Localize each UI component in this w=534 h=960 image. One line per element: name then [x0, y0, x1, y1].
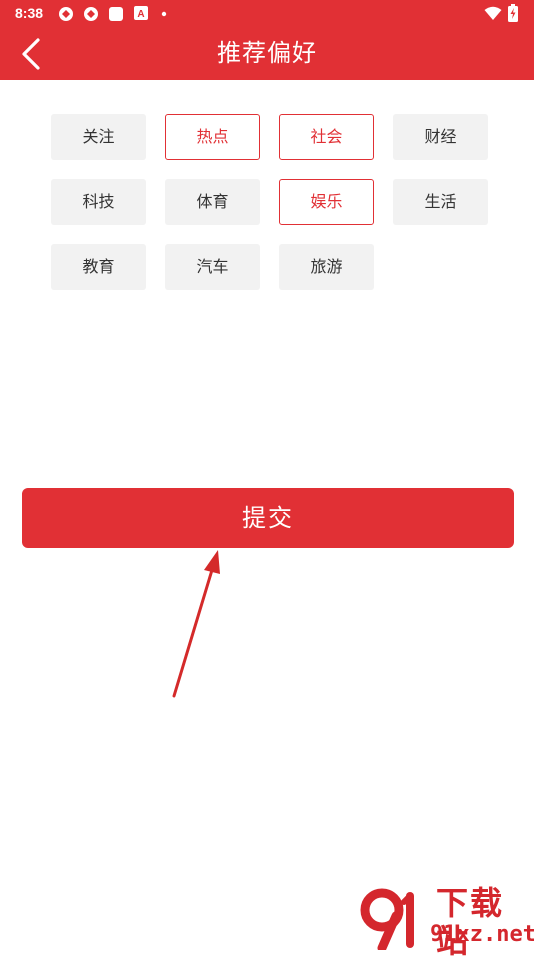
dot-icon: [161, 11, 167, 17]
submit-button[interactable]: 提交: [22, 488, 514, 548]
annotation-arrow-icon: [172, 550, 220, 698]
tag-auto[interactable]: 汽车: [165, 244, 260, 290]
svg-text:A: A: [137, 9, 144, 20]
tag-education[interactable]: 教育: [51, 244, 146, 290]
watermark: 下载站 91xz.net: [360, 884, 534, 960]
wifi-icon: [484, 6, 502, 20]
tag-society[interactable]: 社会: [279, 114, 374, 160]
tag-follow[interactable]: 关注: [51, 114, 146, 160]
battery-icon: [508, 4, 518, 22]
tag-finance[interactable]: 财经: [393, 114, 488, 160]
status-bar: 8:38 A: [0, 0, 534, 26]
tag-sports[interactable]: 体育: [165, 179, 260, 225]
tag-life[interactable]: 生活: [393, 179, 488, 225]
square-icon: [109, 7, 123, 21]
font-a-icon: A: [134, 6, 148, 20]
page-title: 推荐偏好: [217, 39, 317, 67]
tag-entertainment[interactable]: 娱乐: [279, 179, 374, 225]
status-time: 8:38: [15, 5, 44, 21]
app-notification-icon: [59, 7, 73, 21]
app-notification-icon: [84, 7, 98, 21]
tag-travel[interactable]: 旅游: [279, 244, 374, 290]
tag-hot[interactable]: 热点: [165, 114, 260, 160]
site-logo-icon: [360, 888, 414, 950]
watermark-domain: 91xz.net: [430, 922, 534, 947]
app-header: 推荐偏好: [0, 26, 534, 80]
tag-tech[interactable]: 科技: [51, 179, 146, 225]
